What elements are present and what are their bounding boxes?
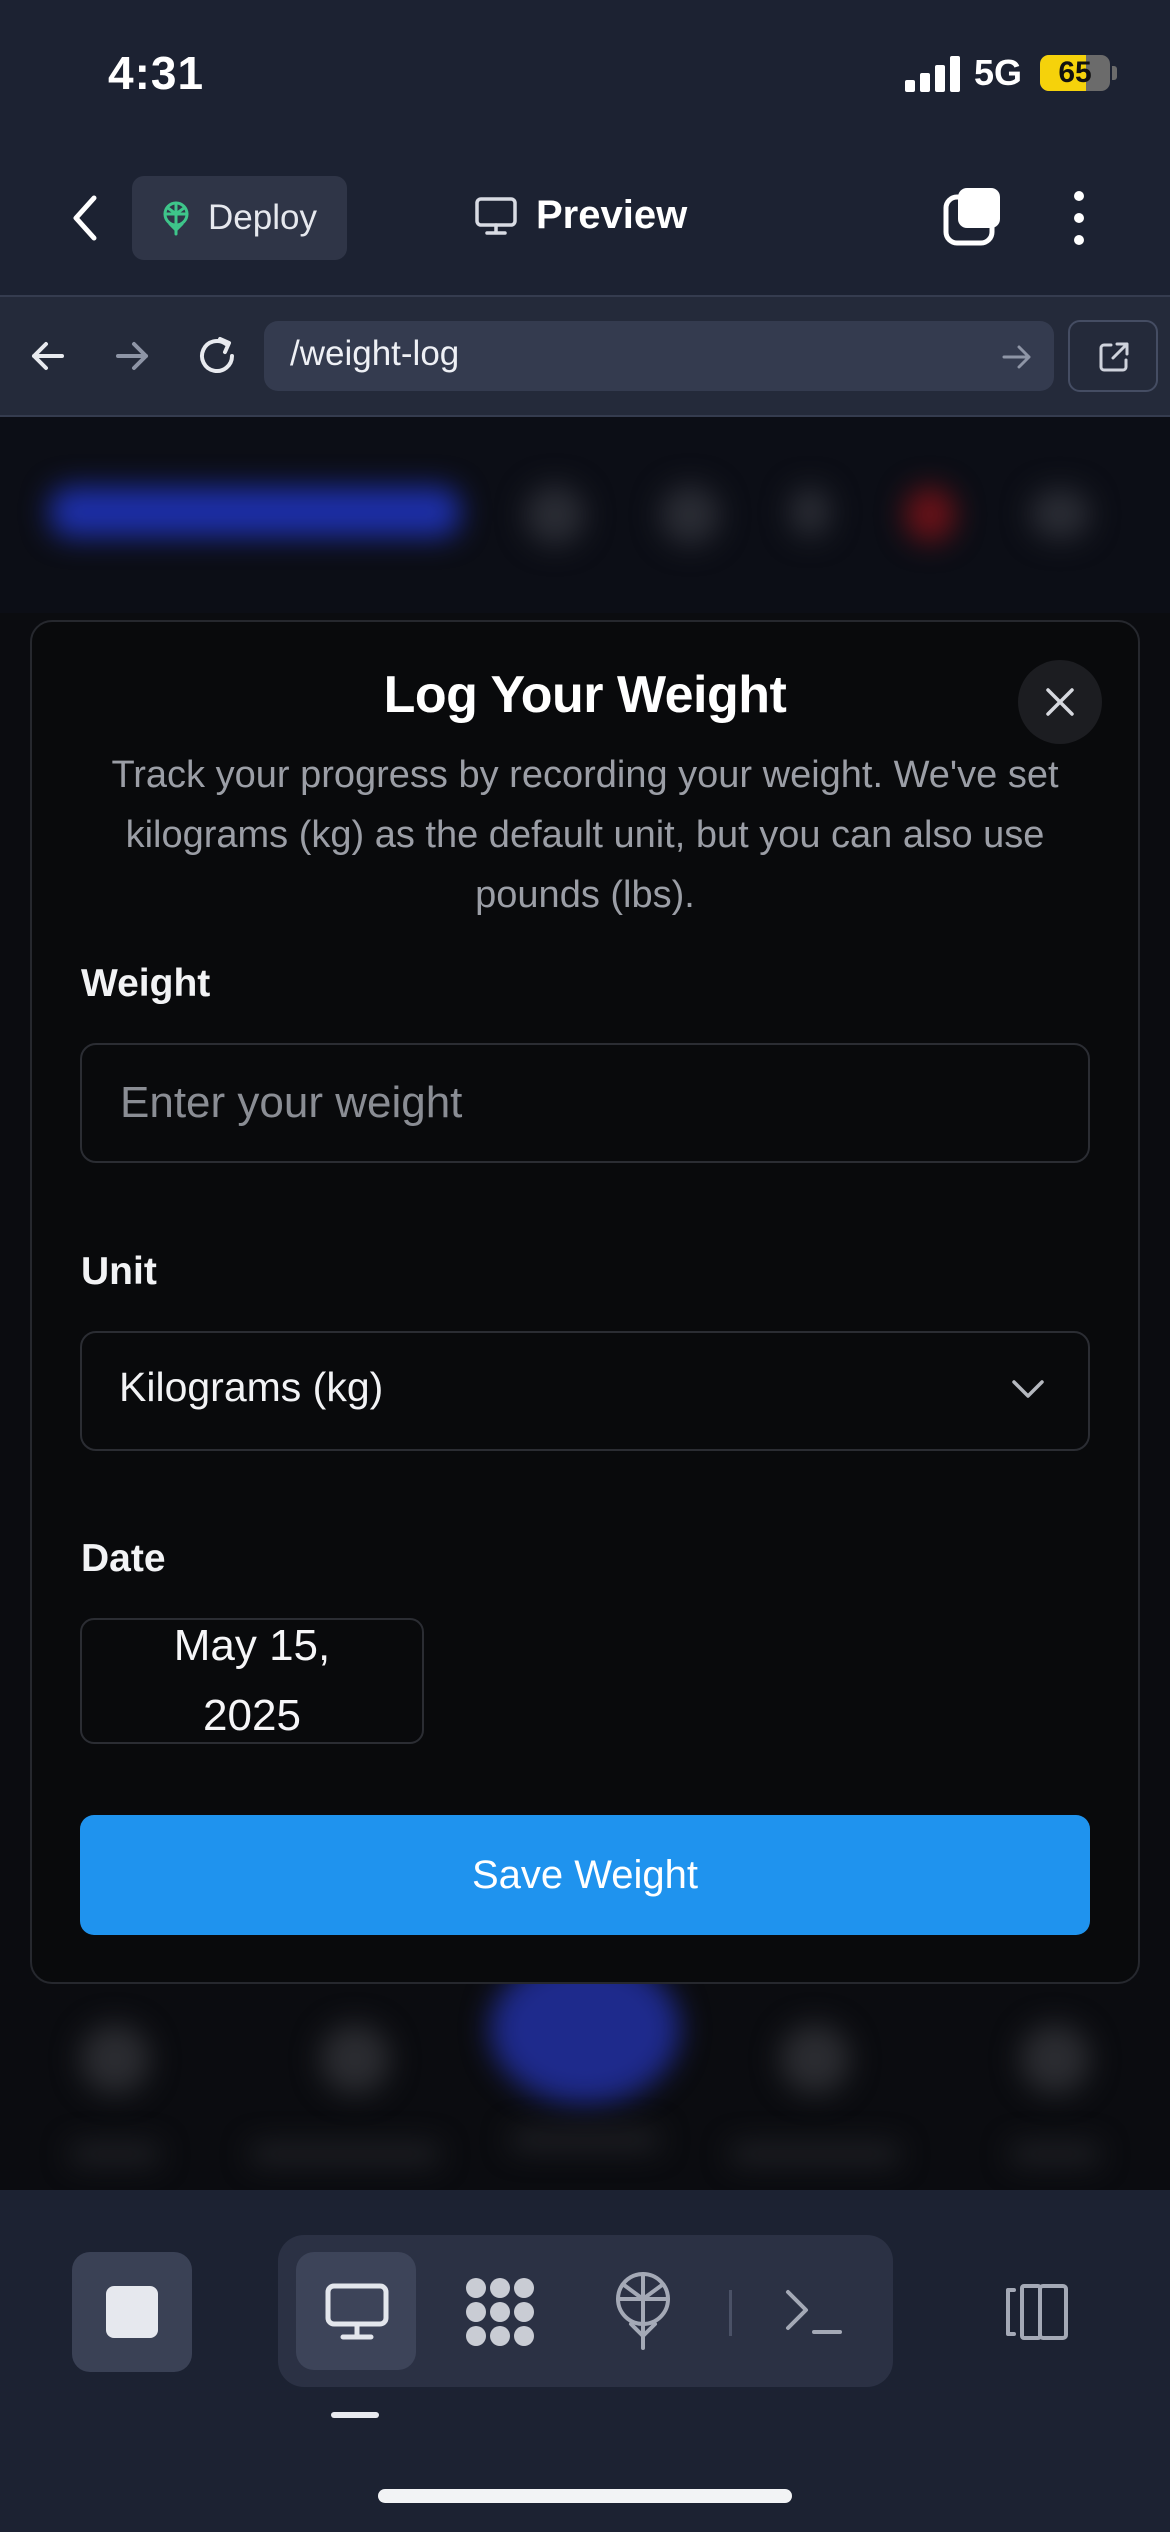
url-text: /weight-log	[290, 334, 460, 373]
preview-title[interactable]: Preview	[474, 193, 687, 238]
arrow-right-icon[interactable]	[112, 336, 152, 376]
date-input[interactable]: May 15, 2025	[80, 1618, 424, 1744]
modal-title: Log Your Weight	[383, 666, 787, 724]
view-switcher-divider	[729, 2290, 732, 2336]
panel-icon[interactable]	[1002, 2280, 1072, 2344]
active-view-indicator	[331, 2412, 379, 2418]
battery-icon: 65	[1040, 55, 1110, 91]
preview-label: Preview	[536, 193, 688, 237]
modal-description: Track your progress by recording your we…	[111, 754, 1059, 916]
signal-icon	[905, 56, 960, 92]
nodes-icon[interactable]	[462, 2274, 538, 2350]
more-icon[interactable]	[1060, 186, 1098, 250]
status-time: 4:31	[108, 47, 205, 99]
go-icon[interactable]	[1000, 340, 1034, 374]
back-icon[interactable]	[62, 188, 112, 248]
date-label: Date	[81, 1537, 166, 1580]
chevron-down-icon	[1012, 1380, 1044, 1398]
monitor-icon	[325, 2283, 389, 2340]
unit-select-value: Kilograms (kg)	[119, 1364, 384, 1410]
deploy-label: Deploy	[208, 198, 317, 237]
network-type: 5G	[974, 52, 1023, 93]
deploy-icon[interactable]	[611, 2269, 675, 2351]
battery-cap	[1112, 66, 1117, 80]
tabs-icon[interactable]	[942, 185, 1004, 247]
blurred-page-nav	[0, 1984, 1170, 2190]
deploy-button[interactable]: Deploy	[132, 176, 347, 260]
home-indicator	[378, 2489, 792, 2503]
deploy-icon	[163, 201, 189, 236]
date-value: May 15, 2025	[173, 1621, 331, 1740]
save-weight-button[interactable]: Save Weight	[80, 1815, 1090, 1935]
monitor-icon	[475, 196, 517, 235]
battery-level: 65	[1058, 56, 1092, 89]
stop-icon	[106, 2286, 158, 2338]
open-external-button[interactable]	[1068, 320, 1158, 392]
arrow-left-icon[interactable]	[28, 336, 68, 376]
stop-button[interactable]	[72, 2252, 192, 2372]
save-weight-label: Save Weight	[471, 1852, 699, 1897]
reload-icon[interactable]	[194, 333, 240, 379]
terminal-icon[interactable]	[784, 2286, 844, 2338]
view-preview-tab[interactable]	[296, 2252, 416, 2370]
weight-input[interactable]	[80, 1043, 1090, 1163]
blurred-page-header	[0, 417, 1170, 613]
external-link-icon	[1099, 342, 1129, 372]
weight-label: Weight	[81, 962, 211, 1005]
unit-label: Unit	[81, 1250, 157, 1293]
